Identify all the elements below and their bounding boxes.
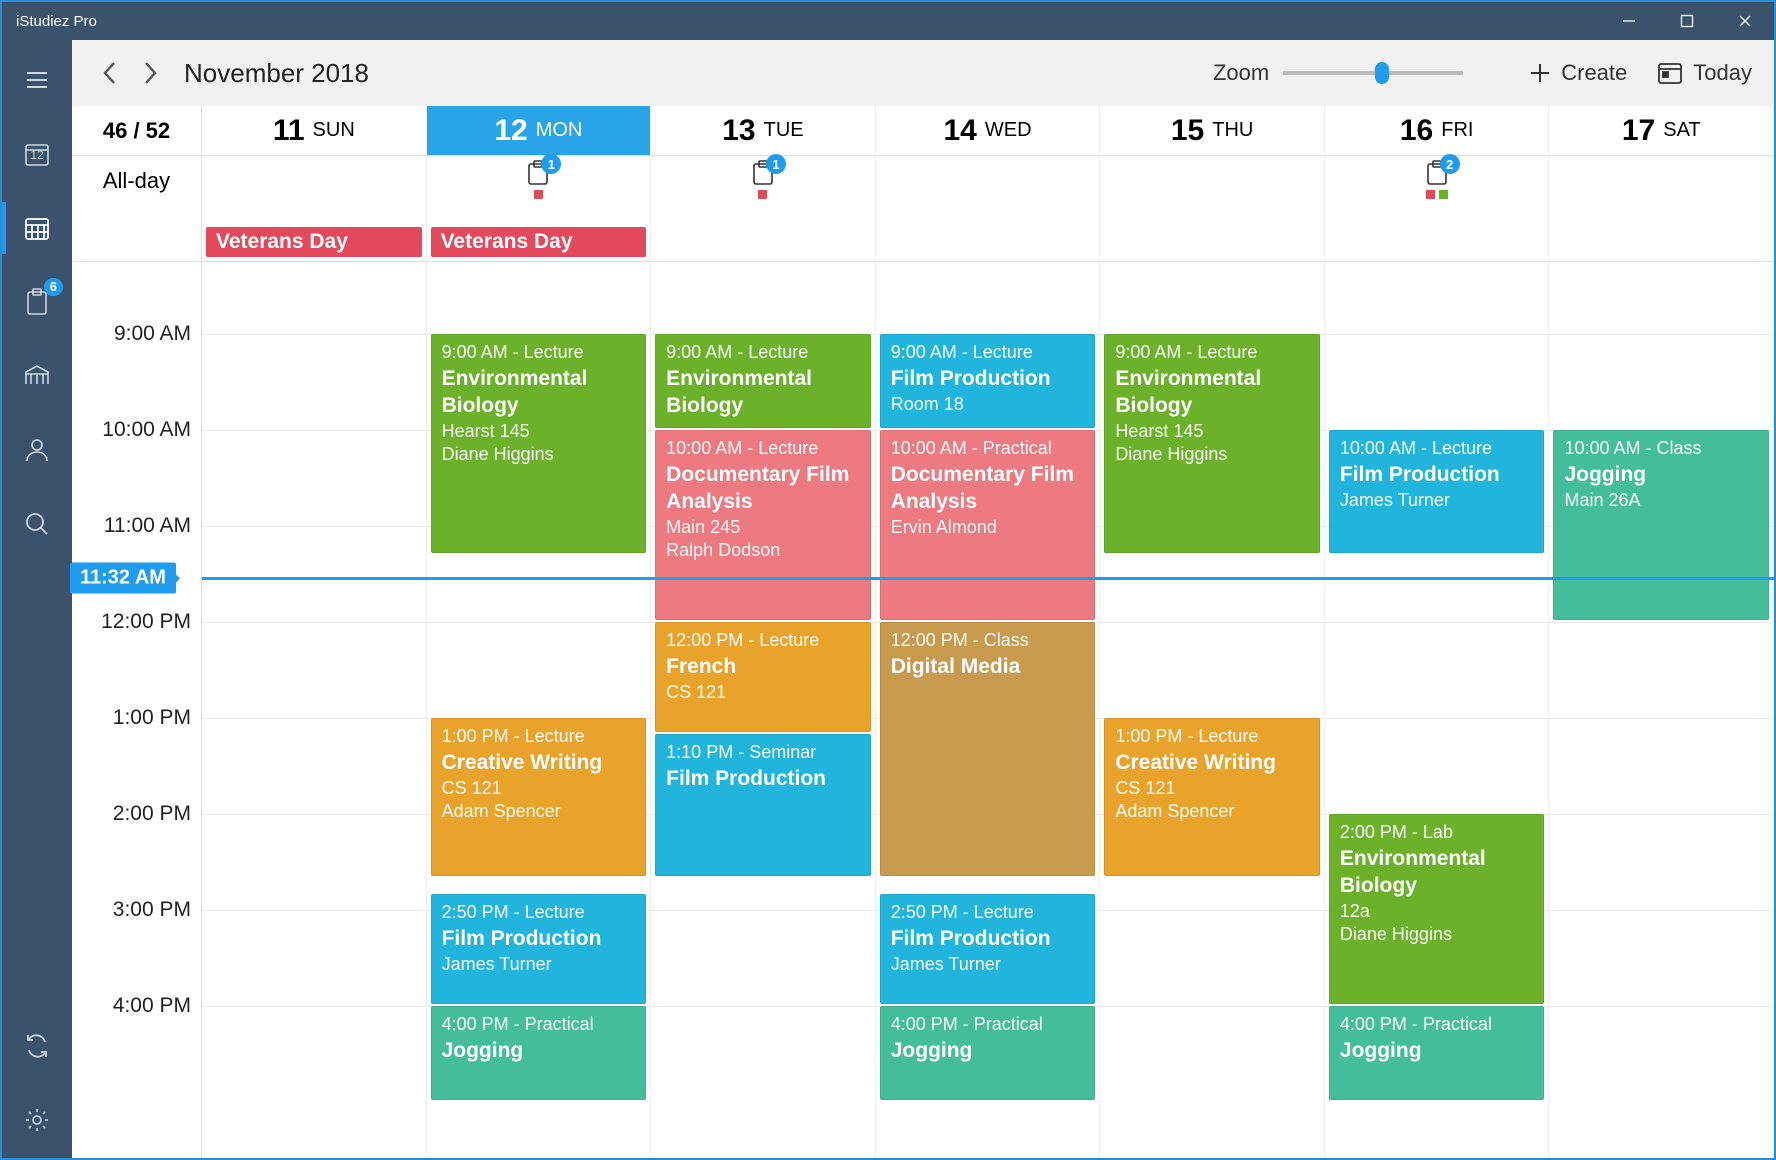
hour-label: 11:00 AM <box>72 514 191 538</box>
hour-label: 12:00 PM <box>72 610 191 634</box>
settings-icon[interactable] <box>17 1100 57 1140</box>
calendar-event[interactable]: 4:00 PM - PracticalJogging <box>880 1006 1096 1100</box>
search-icon[interactable] <box>17 504 57 544</box>
all-day-zone[interactable] <box>876 156 1100 262</box>
app-title: iStudiez Pro <box>2 13 1600 30</box>
assignment-indicator-icon[interactable]: 1 <box>525 160 551 186</box>
calendar-event[interactable]: 1:00 PM - LectureCreative WritingCS 121A… <box>431 718 647 876</box>
assignments-badge: 6 <box>44 278 63 296</box>
assignment-indicator-icon[interactable]: 1 <box>750 160 776 186</box>
indicator-dots <box>758 190 767 199</box>
week-number: 46 / 52 <box>72 106 201 156</box>
day-column[interactable]: 15THU 9:00 AM - LectureEnvironmental Biol… <box>1100 106 1325 1158</box>
all-day-event[interactable]: Veterans Day <box>206 227 422 257</box>
all-day-event[interactable]: Veterans Day <box>431 227 647 257</box>
all-day-zone[interactable]: 1 <box>651 156 875 262</box>
prev-week-button[interactable] <box>94 57 126 89</box>
toolbar: November 2018 Zoom Create Today <box>72 40 1774 106</box>
calendar-event[interactable]: 12:00 PM - LectureFrenchCS 121 <box>655 622 871 732</box>
hour-label: 9:00 AM <box>72 322 191 346</box>
current-time-line: 11:32 AM <box>202 577 1774 580</box>
calendar-event[interactable]: 2:00 PM - LabEnvironmental Biology12aDia… <box>1329 814 1545 1004</box>
indicator-dots <box>1426 190 1448 199</box>
calendar-event[interactable]: 1:00 PM - LectureCreative WritingCS 121A… <box>1104 718 1320 876</box>
sync-icon[interactable] <box>17 1026 57 1066</box>
day-header[interactable]: 14WED <box>876 106 1100 156</box>
hour-label: 1:00 PM <box>72 706 191 730</box>
time-column: 46 / 52 All-day 9:00 AM 10:00 AM 11:00 AM 1… <box>72 106 202 1158</box>
calendar-event[interactable]: 10:00 AM - PracticalDocumentary Film Ana… <box>880 430 1096 620</box>
day-column[interactable]: 12MON 1 Veterans Day 9:00 AM - LectureEnvir… <box>427 106 652 1158</box>
day-header[interactable]: 15THU <box>1100 106 1324 156</box>
all-day-label: All-day <box>72 156 201 262</box>
all-day-zone[interactable] <box>1100 156 1324 262</box>
zoom-slider[interactable] <box>1283 71 1463 75</box>
day-header[interactable]: 16FRI <box>1325 106 1549 156</box>
all-day-zone[interactable] <box>1549 156 1773 262</box>
all-day-zone[interactable]: 1 Veterans Day <box>427 156 651 262</box>
instructors-icon[interactable] <box>17 430 57 470</box>
calendar-event[interactable]: 9:00 AM - LectureEnvironmental BiologyHe… <box>431 334 647 553</box>
day-column[interactable]: 13TUE 1 9:00 AM - LectureEnvironmental Bio… <box>651 106 876 1158</box>
assignments-icon[interactable]: 6 <box>17 282 57 322</box>
zoom-label: Zoom <box>1213 60 1269 86</box>
hour-label: 3:00 PM <box>72 898 191 922</box>
hour-label: 10:00 AM <box>72 418 191 442</box>
day-column[interactable]: 17SAT 10:00 AM - ClassJoggingMain 26A <box>1549 106 1774 1158</box>
today-icon[interactable]: 12 <box>17 134 57 174</box>
calendar-event[interactable]: 2:50 PM - LectureFilm ProductionJames Tu… <box>431 894 647 1004</box>
day-column[interactable]: 14WED 9:00 AM - LectureFilm ProductionRoo… <box>876 106 1101 1158</box>
calendar-event[interactable]: 2:50 PM - LectureFilm ProductionJames Tu… <box>880 894 1096 1004</box>
day-header[interactable]: 13TUE <box>651 106 875 156</box>
calendar-event[interactable]: 10:00 AM - ClassJoggingMain 26A <box>1553 430 1769 620</box>
zoom-thumb[interactable] <box>1375 62 1389 84</box>
calendar-event[interactable]: 12:00 PM - ClassDigital Media <box>880 622 1096 876</box>
minimize-button[interactable] <box>1600 2 1658 40</box>
day-header[interactable]: 12MON <box>427 106 651 156</box>
next-week-button[interactable] <box>134 57 166 89</box>
calendar-event[interactable]: 4:00 PM - PracticalJogging <box>431 1006 647 1100</box>
close-button[interactable] <box>1716 2 1774 40</box>
assignment-indicator-icon[interactable]: 2 <box>1424 160 1450 186</box>
hour-label: 2:00 PM <box>72 802 191 826</box>
maximize-button[interactable] <box>1658 2 1716 40</box>
sidebar: 12 6 <box>2 40 72 1158</box>
all-day-zone[interactable]: 2 <box>1325 156 1549 262</box>
hour-label: 4:00 PM <box>72 994 191 1018</box>
calendar-event[interactable]: 10:00 AM - LectureDocumentary Film Analy… <box>655 430 871 620</box>
planner-icon[interactable] <box>17 356 57 396</box>
month-label: November 2018 <box>184 58 369 89</box>
calendar-grid[interactable]: 11SUN Veterans Day 12MON 1 Veterans Day 9:00 … <box>202 106 1774 1158</box>
today-button[interactable]: Today <box>1657 60 1752 86</box>
day-header[interactable]: 11SUN <box>202 106 426 156</box>
menu-icon[interactable] <box>17 60 57 100</box>
create-button[interactable]: Create <box>1529 60 1627 86</box>
calendar-event[interactable]: 10:00 AM - LectureFilm ProductionJames T… <box>1329 430 1545 553</box>
calendar-event[interactable]: 9:00 AM - LectureEnvironmental Biology <box>655 334 871 428</box>
calendar-event[interactable]: 9:00 AM - LectureFilm ProductionRoom 18 <box>880 334 1096 428</box>
day-header[interactable]: 17SAT <box>1549 106 1773 156</box>
title-bar: iStudiez Pro <box>2 2 1774 40</box>
calendar-icon[interactable] <box>17 208 57 248</box>
all-day-zone[interactable]: Veterans Day <box>202 156 426 262</box>
current-time-pill: 11:32 AM <box>70 563 176 594</box>
calendar-event[interactable]: 1:10 PM - SeminarFilm Production <box>655 734 871 876</box>
calendar-event[interactable]: 4:00 PM - PracticalJogging <box>1329 1006 1545 1100</box>
calendar-event[interactable]: 9:00 AM - LectureEnvironmental BiologyHe… <box>1104 334 1320 553</box>
indicator-dots <box>534 190 543 199</box>
day-column[interactable]: 16FRI 2 10:00 AM - LectureFilm ProductionJ… <box>1325 106 1550 1158</box>
day-column[interactable]: 11SUN Veterans Day <box>202 106 427 1158</box>
